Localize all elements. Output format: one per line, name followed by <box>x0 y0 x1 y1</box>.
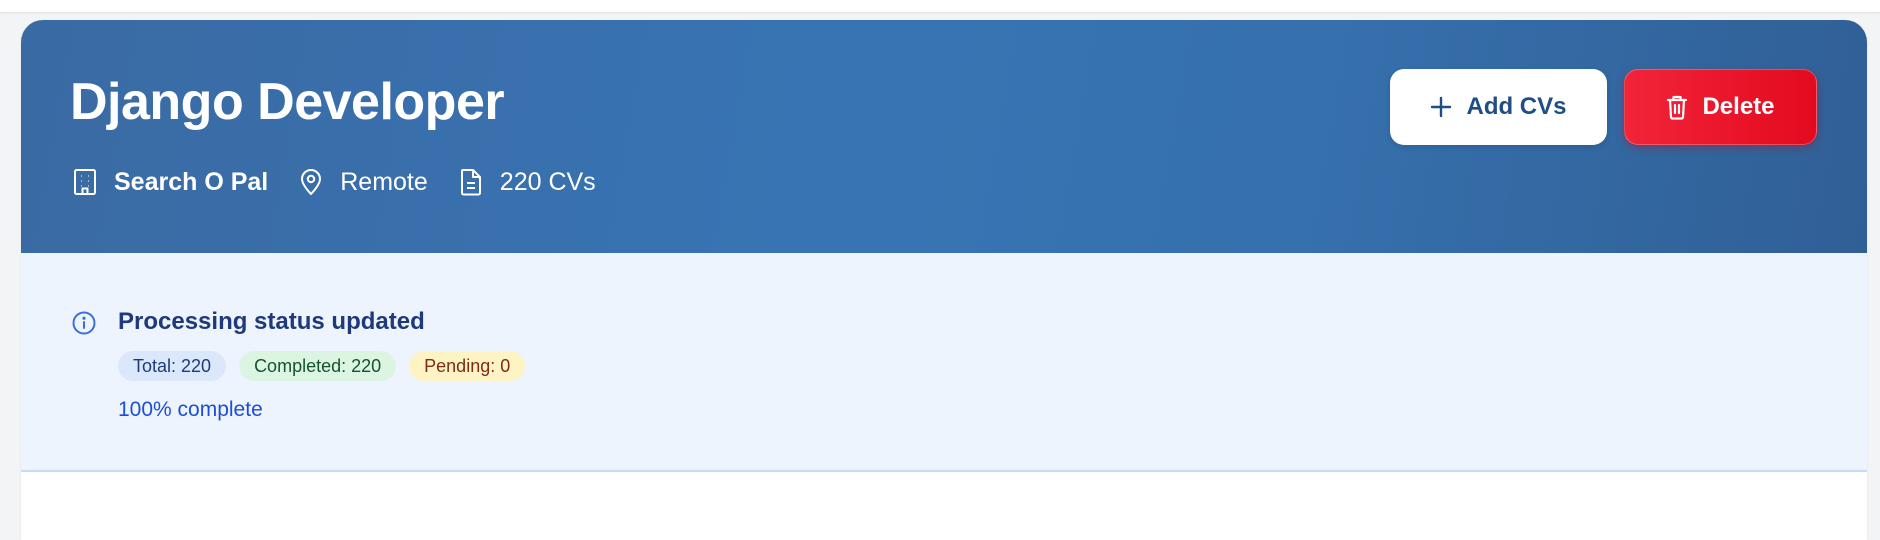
building-icon <box>70 167 100 197</box>
document-icon <box>456 167 486 197</box>
trash-icon <box>1666 94 1688 120</box>
top-navigation-strip <box>0 0 1880 13</box>
pending-badge: Pending: 0 <box>409 351 526 381</box>
location-meta: Remote <box>296 167 428 197</box>
completed-badge: Completed: 220 <box>239 351 397 381</box>
job-card: Django Developer Search O Pal Remote 220… <box>21 20 1867 540</box>
info-circle-icon <box>71 310 97 336</box>
total-badge: Total: 220 <box>118 351 227 381</box>
add-cvs-label: Add CVs <box>1466 93 1567 120</box>
company-name: Search O Pal <box>114 167 269 196</box>
cv-count-meta: 220 CVs <box>456 167 596 197</box>
status-badges: Total: 220 Completed: 220 Pending: 0 <box>118 351 538 381</box>
job-meta: Search O Pal Remote 220 CVs <box>70 167 624 197</box>
job-header: Django Developer Search O Pal Remote 220… <box>21 20 1867 253</box>
map-pin-icon <box>296 167 326 197</box>
company-meta: Search O Pal <box>70 167 268 197</box>
job-title: Django Developer <box>70 73 505 131</box>
add-cvs-button[interactable]: Add CVs <box>1390 69 1607 145</box>
location-text: Remote <box>340 167 428 196</box>
progress-text: 100% complete <box>118 398 263 421</box>
plus-icon <box>1430 96 1452 118</box>
status-title: Processing status updated <box>118 308 425 335</box>
cv-count-text: 220 CVs <box>499 167 596 196</box>
delete-label: Delete <box>1702 93 1775 120</box>
processing-status-alert: Processing status updated Total: 220 Com… <box>21 253 1867 472</box>
delete-button[interactable]: Delete <box>1624 69 1817 145</box>
